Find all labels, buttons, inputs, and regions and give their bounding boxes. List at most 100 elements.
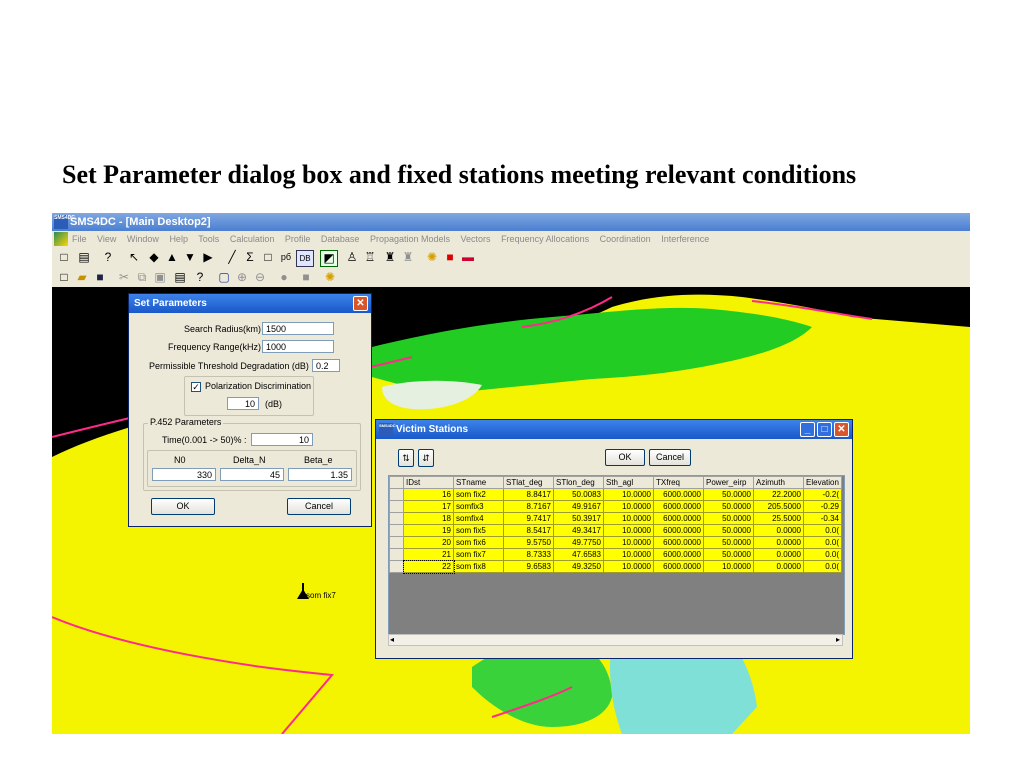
cell-txfreq[interactable]: 6000.0000 [653,536,704,549]
sort-ascending-icon[interactable]: ⇅ [398,449,414,467]
row-header[interactable] [389,560,404,573]
cell-stlat-deg[interactable]: 9.5750 [503,536,554,549]
select-area-icon[interactable]: ▢ [216,270,232,285]
help-icon[interactable]: ? [100,250,116,265]
cell-power-eirp[interactable]: 50.0000 [703,500,754,513]
table-row[interactable]: 20 som fix6 9.5750 49.7750 10.0000 6000.… [389,536,842,549]
tower-icon[interactable]: ♜ [382,250,398,265]
cell-stname[interactable]: som fix2 [453,488,504,501]
delta-n-input[interactable] [220,468,284,481]
cell-sth-agl[interactable]: 10.0000 [603,512,654,525]
column-header-idst[interactable]: IDst [403,476,454,489]
app-menu-icon[interactable] [54,232,68,246]
cell-txfreq[interactable]: 6000.0000 [653,548,704,561]
arrow-down-icon[interactable]: ▼ [182,250,198,265]
arrow-up-icon[interactable]: ▲ [164,250,180,265]
cell-stlon-deg[interactable]: 50.0083 [553,488,604,501]
search-radius-input[interactable] [262,322,334,335]
row-header[interactable] [389,512,404,525]
column-header-power-eirp[interactable]: Power_eirp [703,476,754,489]
zoom-out-icon[interactable]: ⊖ [252,270,268,285]
menu-coordination[interactable]: Coordination [600,234,651,244]
color-palette-icon[interactable]: ■ [442,250,458,265]
victim-stations-cancel-button[interactable]: Cancel [649,449,691,466]
column-header-elevation[interactable]: Elevation [803,476,842,489]
menu-calculation[interactable]: Calculation [230,234,275,244]
line-tool-icon[interactable]: ╱ [224,250,240,265]
record-icon[interactable]: ● [276,270,292,285]
column-header-azimuth[interactable]: Azimuth [753,476,804,489]
maximize-icon[interactable]: □ [817,422,832,437]
stop-icon[interactable]: ■ [298,270,314,285]
close-icon[interactable]: ✕ [834,422,849,437]
arrow-left-icon[interactable]: ◆ [146,250,162,265]
cell-stlon-deg[interactable]: 50.3917 [553,512,604,525]
menu-file[interactable]: File [72,234,87,244]
about-icon[interactable]: ? [192,270,208,285]
print-icon[interactable]: ▤ [76,250,92,265]
menu-interference[interactable]: Interference [661,234,709,244]
cell-txfreq[interactable]: 6000.0000 [653,488,704,501]
cell-azimuth[interactable]: 0.0000 [753,548,804,561]
cut-icon[interactable]: ✂ [116,270,132,285]
column-header-stname[interactable]: STname [453,476,504,489]
cell-elevation[interactable]: 0.0( [803,548,842,561]
new-file-icon[interactable]: □ [56,250,72,265]
station-list-icon[interactable]: ♖ [362,250,378,265]
cell-azimuth[interactable]: 0.0000 [753,524,804,537]
cell-azimuth[interactable]: 205.5000 [753,500,804,513]
cell-stname[interactable]: som fix8 [453,560,504,573]
close-icon[interactable]: ✕ [353,296,368,311]
sun-icon[interactable]: ✺ [424,250,440,265]
polarization-input[interactable] [227,397,259,410]
cell-elevation[interactable]: -0.29 [803,500,842,513]
cell-sth-agl[interactable]: 10.0000 [603,524,654,537]
cell-idst[interactable]: 18 [403,512,454,525]
cell-elevation[interactable]: -0.34 [803,512,842,525]
column-header-sth-agl[interactable]: Sth_agl [603,476,654,489]
row-header[interactable] [389,500,404,513]
victim-stations-table[interactable]: IDst STname STlat_deg STlon_deg Sth_agl … [388,475,845,635]
cell-sth-agl[interactable]: 10.0000 [603,488,654,501]
station-icon[interactable]: ♙ [344,250,360,265]
cell-stlon-deg[interactable]: 49.9167 [553,500,604,513]
cell-txfreq[interactable]: 6000.0000 [653,500,704,513]
legend-icon[interactable]: ▬ [460,250,476,265]
cell-idst[interactable]: 20 [403,536,454,549]
row-header[interactable] [389,524,404,537]
time-input[interactable] [251,433,313,446]
cell-elevation[interactable]: -0.2( [803,488,842,501]
map-view-icon[interactable]: ◩ [320,250,338,267]
set-parameters-ok-button[interactable]: OK [151,498,215,515]
polarization-checkbox[interactable]: ✓ [191,382,201,392]
cell-sth-agl[interactable]: 10.0000 [603,500,654,513]
cell-idst[interactable]: 21 [403,548,454,561]
cell-idst[interactable]: 19 [403,524,454,537]
cell-stname[interactable]: som fix5 [453,524,504,537]
print-icon-2[interactable]: ▤ [172,270,188,285]
cell-stlon-deg[interactable]: 49.7750 [553,536,604,549]
pointer-icon[interactable]: ↖ [126,250,142,265]
table-row[interactable]: 21 som fix7 8.7333 47.6583 10.0000 6000.… [389,548,842,561]
open-folder-icon[interactable]: ▰ [74,270,90,285]
cell-txfreq[interactable]: 6000.0000 [653,512,704,525]
copy-icon[interactable]: ⧉ [134,270,150,285]
menu-help[interactable]: Help [169,234,188,244]
cell-idst[interactable]: 17 [403,500,454,513]
scroll-left-icon[interactable]: ◂ [390,635,394,645]
threshold-input[interactable] [312,359,340,372]
cell-azimuth[interactable]: 0.0000 [753,560,804,573]
column-header-stlat-deg[interactable]: STlat_deg [503,476,554,489]
polygon-tool-icon[interactable]: pб [278,250,294,265]
minimize-icon[interactable]: _ [800,422,815,437]
menu-vectors[interactable]: Vectors [461,234,491,244]
cell-stlon-deg[interactable]: 49.3250 [553,560,604,573]
cell-stlat-deg[interactable]: 9.7417 [503,512,554,525]
cell-sth-agl[interactable]: 10.0000 [603,548,654,561]
table-row[interactable]: 18 somfix4 9.7417 50.3917 10.0000 6000.0… [389,512,842,525]
cell-elevation[interactable]: 0.0( [803,560,842,573]
cell-azimuth[interactable]: 25.5000 [753,512,804,525]
cell-stlon-deg[interactable]: 49.3417 [553,524,604,537]
cell-sth-agl[interactable]: 10.0000 [603,536,654,549]
cell-stlat-deg[interactable]: 8.5417 [503,524,554,537]
